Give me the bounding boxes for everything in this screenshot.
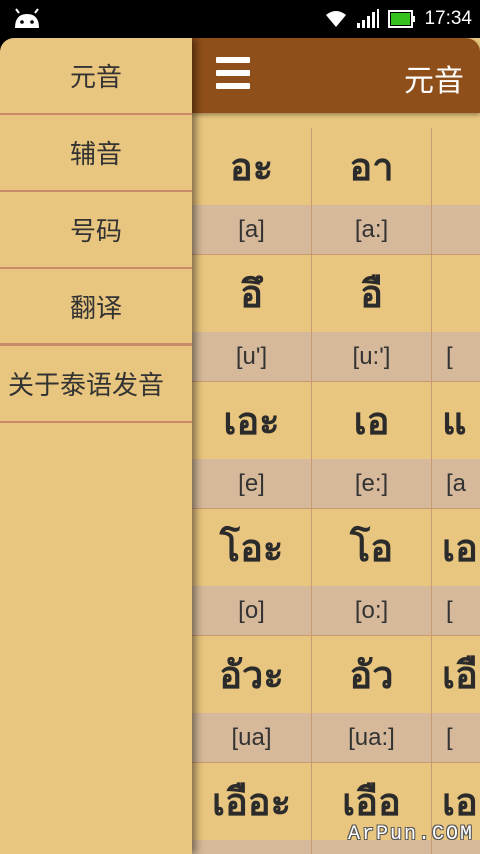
thai-vowel: อัว [349,653,394,697]
vowel-cell[interactable]: อา [a:] [312,128,432,255]
ipa-label: [a [432,459,480,508]
page-title: 元音 [404,64,464,99]
vowel-cell[interactable]: เอ [ [432,509,480,636]
thai-vowel: เอือะ [211,780,292,824]
ipa-label: [ua] [192,713,311,762]
android-icon [15,8,39,28]
ipa-label: [u'] [192,332,311,381]
ipa-label [432,205,480,254]
vowel-cell[interactable]: อึ [u'] [192,255,312,382]
ipa-label: [ [432,332,480,381]
status-time: 17:34 [424,8,472,29]
drawer-item-about[interactable]: 关于泰语发音 [0,346,192,423]
ipa-label: [u:'] [312,332,431,381]
ipa-label: [a:] [312,205,431,254]
ipa-label: [o:] [312,586,431,635]
drawer-item-vowels[interactable]: 元音 [0,38,192,115]
vowel-cell[interactable]: เอะ [e] [192,382,312,509]
wifi-icon [326,11,347,27]
ipa-label: [a] [192,205,311,254]
ipa-label: [ua:] [312,713,431,762]
status-bar: 17:34 [0,0,480,38]
vowel-cell[interactable]: โอะ [o] [192,509,312,636]
thai-vowel: เอ [442,526,478,570]
drawer-item-consonants[interactable]: 辅音 [0,115,192,192]
thai-vowel: อึ [240,272,263,316]
thai-vowel: อัวะ [219,653,284,697]
battery-icon [388,10,416,28]
vowel-cell[interactable]: เอือะ [192,763,312,854]
thai-vowel: โอะ [219,526,284,570]
thai-vowel [432,128,480,205]
ipa-label: [ [432,713,480,762]
thai-vowel: เอ [353,399,390,443]
vowel-cell[interactable]: แ [a [432,382,480,509]
thai-vowel: เอะ [223,399,280,443]
signal-icon [357,9,380,28]
vowel-cell[interactable]: เอื [ [432,636,480,763]
thai-vowel [432,255,480,332]
vowel-cell[interactable]: [ [432,255,480,382]
thai-vowel: เอื [442,653,478,697]
vowel-cell[interactable]: โอ [o:] [312,509,432,636]
thai-vowel: โอ [349,526,394,570]
thai-vowel: แ [442,399,467,443]
vowel-cell[interactable]: อัวะ [ua] [192,636,312,763]
ipa-label: [e:] [312,459,431,508]
navigation-drawer: 元音 辅音 号码 翻译 关于泰语发音 [0,38,192,854]
drawer-item-numbers[interactable]: 号码 [0,192,192,269]
ipa-label: [e] [192,459,311,508]
ipa-label [192,840,311,854]
hamburger-menu-icon[interactable] [216,57,250,93]
ipa-label: [o] [192,586,311,635]
vowel-cell[interactable]: เอ [e:] [312,382,432,509]
vowel-grid: อะ [a] อา [a:] อึ [u'] อื [u:'] [ เอะ [e] เอ[… [192,128,480,854]
vowel-cell[interactable]: อัว [ua:] [312,636,432,763]
vowel-cell[interactable]: อะ [a] [192,128,312,255]
main-content: 元音 อะ [a] อา [a:] อึ [u'] อื [u:'] [ เอะ [e] … [192,38,480,854]
thai-vowel: อา [349,145,394,189]
drawer-item-translate[interactable]: 翻译 [0,269,192,346]
watermark: ArPun.COM [347,823,474,846]
action-bar: 元音 [192,38,480,113]
thai-vowel: อะ [229,145,274,189]
vowel-cell[interactable] [432,128,480,255]
vowel-cell[interactable]: อื [u:'] [312,255,432,382]
ipa-label: [ [432,586,480,635]
thai-vowel: อื [360,272,383,316]
